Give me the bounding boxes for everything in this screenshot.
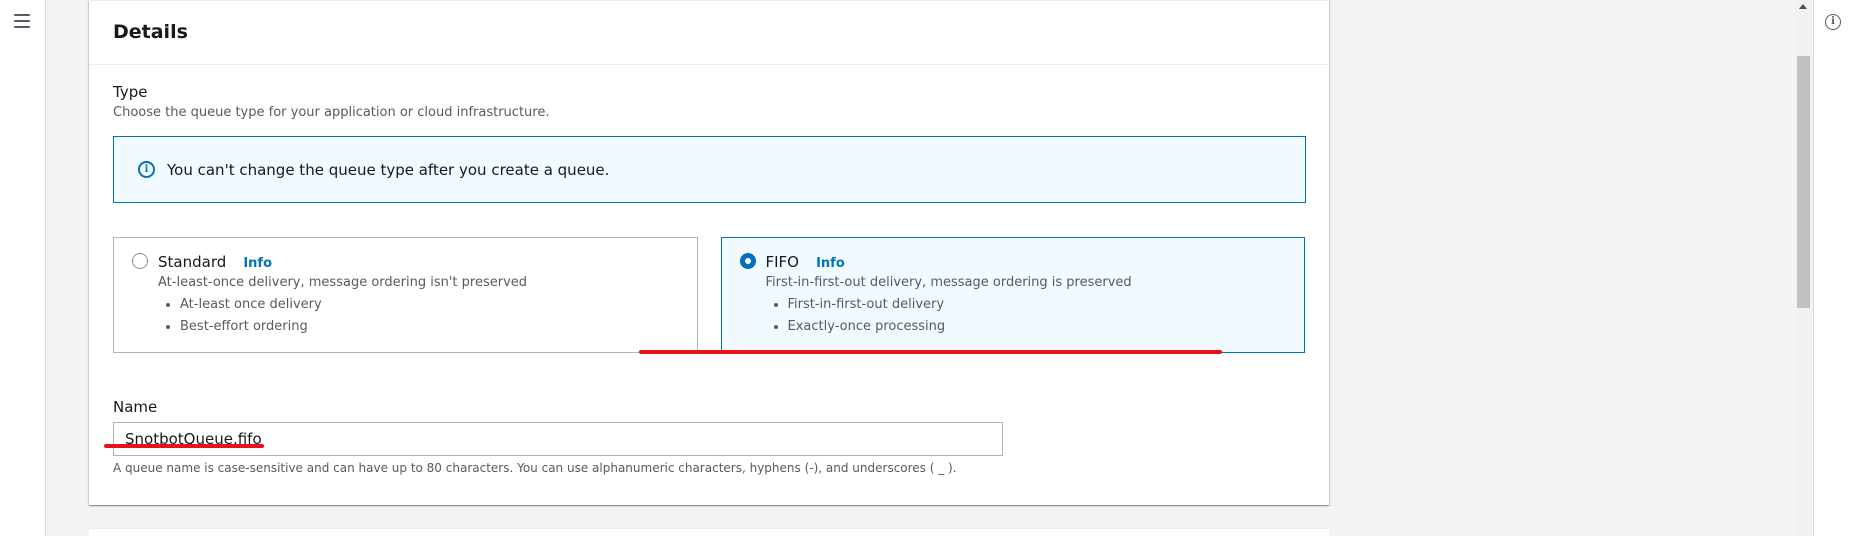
alert-text: You can't change the queue type after yo… [167,160,610,179]
tile-bullets: First-in-first-out delivery Exactly-once… [766,294,1305,338]
info-alert: i You can't change the queue type after … [113,136,1306,203]
tile-title: Standard [158,253,227,271]
scroll-thumb[interactable] [1797,56,1810,308]
radio-standard[interactable] [132,253,148,269]
name-block: Name A queue name is case-sensitive and … [113,398,1305,475]
card-title: Details [113,21,188,43]
tile-title: FIFO [765,253,800,271]
hamburger-icon[interactable] [14,14,30,28]
tile-description: First-in-first-out delivery, message ord… [765,275,1132,290]
list-item: First-in-first-out delivery [788,294,1305,316]
info-link[interactable]: Info [243,256,272,271]
list-item: Exactly-once processing [788,316,1305,338]
info-link[interactable]: Info [816,256,845,271]
tile-standard[interactable]: Standard Info At-least-once delivery, me… [113,237,698,353]
next-card-edge [89,528,1329,536]
tile-description: At-least-once delivery, message ordering… [158,275,528,290]
list-item: At-least once delivery [180,294,697,316]
list-item: Best-effort ordering [180,316,697,338]
name-constraint: A queue name is case-sensitive and can h… [113,461,957,475]
red-annotation-underline [104,444,264,448]
left-nav-rail [0,0,46,536]
vertical-scrollbar[interactable] [1795,0,1812,536]
red-annotation-underline [639,350,1222,354]
card-header: Details [89,1,1329,65]
queue-type-tiles: Standard Info At-least-once delivery, me… [113,237,1305,353]
radio-fifo[interactable] [739,253,756,269]
scroll-up-arrow-icon[interactable] [1799,4,1807,9]
tile-bullets: At-least once delivery Best-effort order… [158,294,697,338]
card-body: Type Choose the queue type for your appl… [89,65,1329,475]
type-label: Type [113,83,148,101]
details-card: Details Type Choose the queue type for y… [89,0,1329,505]
info-circle-icon[interactable]: i [1825,14,1841,30]
right-tools-rail: i [1813,0,1853,536]
info-circle-icon: i [138,161,155,178]
queue-name-input[interactable] [113,422,1003,456]
tile-fifo[interactable]: FIFO Info First-in-first-out delivery, m… [720,237,1305,353]
name-label: Name [113,398,158,416]
type-description: Choose the queue type for your applicati… [113,105,550,120]
